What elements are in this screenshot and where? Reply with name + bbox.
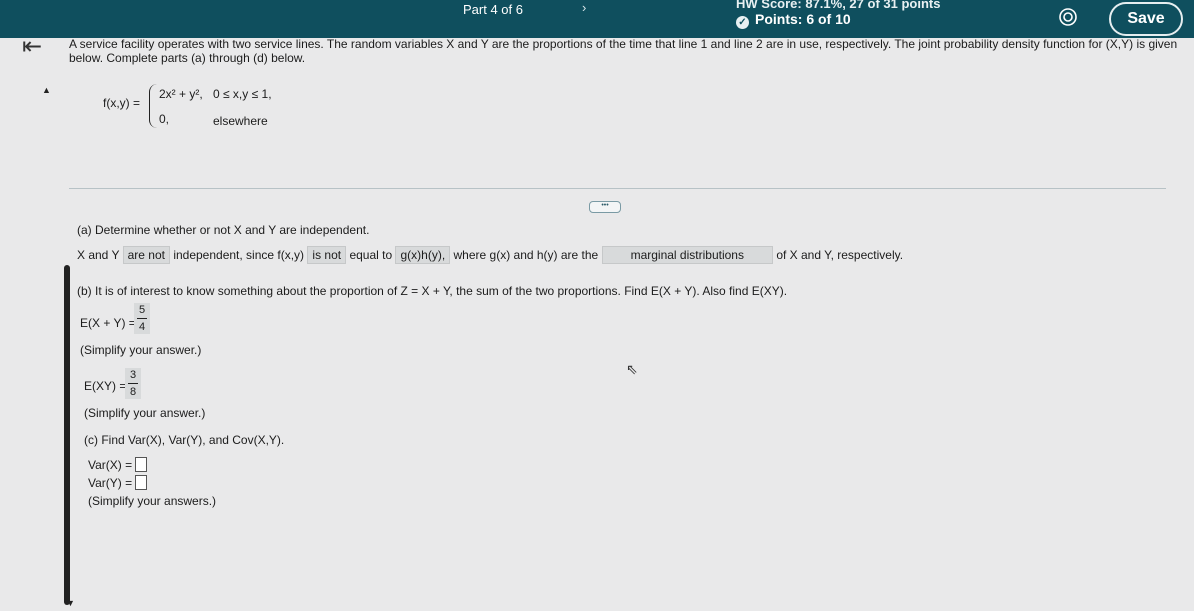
part-b-hint1: (Simplify your answer.) [80, 343, 202, 357]
part-a-answer-line: X and Y are not independent, since f(x,y… [77, 246, 903, 264]
exy-numerator: 3 [129, 369, 137, 381]
pdf-case1-expr: 2x² + y², [159, 87, 203, 101]
pdf-case2-domain: elsewhere [213, 114, 268, 128]
dropdown-distribution[interactable]: marginal distributions [601, 246, 773, 264]
varx-row: Var(X) = [88, 457, 148, 472]
part-a-post: of X and Y, respectively. [776, 248, 904, 262]
part-a-pre: X and Y [77, 248, 120, 262]
part-a-question: (a) Determine whether or not X and Y are… [77, 223, 370, 237]
pdf-case2-expr: 0, [159, 112, 170, 126]
part-c-hint: (Simplify your answers.) [88, 494, 217, 508]
varx-input[interactable] [135, 457, 148, 472]
dropdown-independence[interactable]: are not [122, 246, 170, 264]
exy-sum-denominator: 4 [138, 321, 146, 333]
fraction-bar [128, 383, 138, 384]
section-divider [69, 188, 1166, 189]
part-c-question: (c) Find Var(X), Var(Y), and Cov(X,Y). [84, 433, 285, 447]
scroll-down-icon[interactable]: ▼ [66, 598, 75, 608]
pdf-case1-domain: 0 ≤ x,y ≤ 1, [213, 87, 272, 101]
dropdown-equality[interactable]: is not [307, 246, 347, 264]
vary-input[interactable] [135, 475, 148, 490]
mouse-cursor-icon: ⇖ [626, 361, 638, 377]
expand-more-button[interactable]: ••• [589, 201, 621, 213]
part-a-mid3: where g(x) and h(y) are the [453, 248, 599, 262]
part-a-mid1: independent, since f(x,y) [173, 248, 305, 262]
part-b-question: (b) It is of interest to know something … [77, 284, 788, 298]
fraction-bar [137, 318, 147, 319]
dropdown-product[interactable]: g(x)h(y), [395, 246, 451, 264]
vary-row: Var(Y) = [88, 475, 148, 490]
pdf-formula: f(x,y) = 2x² + y², 0 ≤ x,y ≤ 1, 0, elsew… [103, 84, 303, 134]
scrollbar[interactable] [64, 265, 70, 605]
exy-label: E(XY) = [84, 379, 127, 393]
part-b-hint2: (Simplify your answer.) [84, 406, 206, 420]
part-a-mid2: equal to [349, 248, 393, 262]
piecewise-brace [149, 84, 158, 128]
exy-sum-answer[interactable]: 5 4 [134, 303, 150, 334]
exy-denominator: 8 [129, 386, 137, 398]
vary-label: Var(Y) = [88, 476, 133, 490]
exy-sum-numerator: 5 [138, 304, 146, 316]
varx-label: Var(X) = [88, 458, 133, 472]
exy-answer[interactable]: 3 8 [125, 368, 141, 399]
problem-statement: A service facility operates with two ser… [69, 37, 1178, 65]
question-area: A service facility operates with two ser… [0, 0, 1194, 611]
exy-sum-label: E(X + Y) = [80, 316, 136, 330]
pdf-lhs: f(x,y) = [103, 96, 141, 110]
